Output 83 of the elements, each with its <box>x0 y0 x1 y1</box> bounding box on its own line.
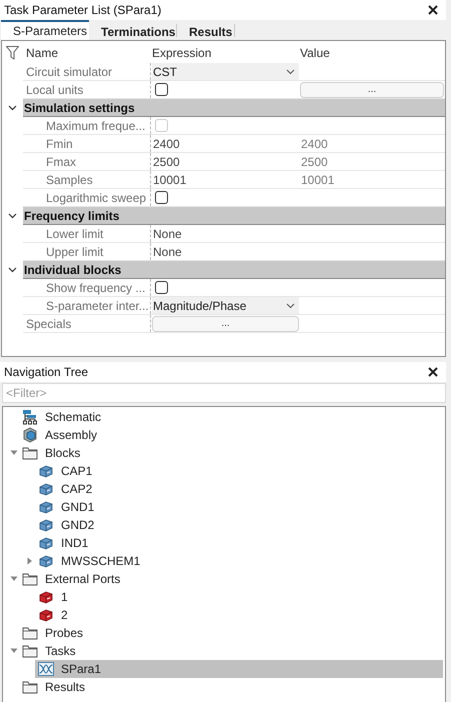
property-name: Samples <box>46 172 93 186</box>
tree-item[interactable]: Blocks <box>19 444 84 462</box>
tree-item[interactable]: Assembly <box>19 426 100 444</box>
filter-icon[interactable] <box>6 46 19 60</box>
tab[interactable]: Results <box>177 23 235 37</box>
ellipsis-button[interactable]: ... <box>300 82 444 98</box>
chevron-icon[interactable] <box>8 213 17 219</box>
checkbox[interactable] <box>155 191 168 204</box>
folder-icon <box>22 625 38 641</box>
cube-icon <box>22 427 38 443</box>
chevron-icon[interactable] <box>286 68 295 74</box>
dropdown[interactable]: CST <box>152 63 299 80</box>
folder-icon <box>22 643 38 659</box>
expression-text: 2500 <box>152 154 180 168</box>
column-header: Value <box>300 46 330 60</box>
tree-item[interactable]: Tasks <box>19 642 79 660</box>
expression-text: None <box>152 244 182 258</box>
tree-item[interactable]: CAP1 <box>35 462 96 480</box>
tree-item[interactable]: 2 <box>35 606 71 624</box>
block-icon <box>38 517 54 533</box>
column-header: Expression <box>152 46 212 60</box>
value-text: 2500 <box>300 154 328 168</box>
panel-title: Task Parameter List (SPara1) <box>4 3 162 17</box>
property-name: Local units <box>26 82 84 96</box>
chevron-icon[interactable] <box>8 105 17 111</box>
property-name: Logarithmic sweep <box>46 190 146 204</box>
tree-item[interactable]: IND1 <box>35 534 92 552</box>
chevron-icon[interactable] <box>286 302 295 308</box>
checkbox[interactable] <box>155 83 168 96</box>
chevron-icon[interactable] <box>8 267 17 273</box>
tree-item[interactable]: SPara1 <box>35 660 443 678</box>
panel-title: Navigation Tree <box>4 365 88 379</box>
tree-item[interactable]: 1 <box>35 588 71 606</box>
property-name: Circuit simulator <box>26 64 112 78</box>
port-icon <box>38 589 54 605</box>
port-icon <box>38 607 54 623</box>
expression-text: 10001 <box>152 172 186 186</box>
property-name: Upper limit <box>46 244 104 258</box>
folder-icon <box>22 571 38 587</box>
collapse-arrow-icon[interactable] <box>10 576 18 582</box>
block-icon <box>38 463 54 479</box>
property-name: Maximum freque... <box>46 118 146 132</box>
tree-item[interactable]: Probes <box>19 624 86 642</box>
expand-arrow-icon[interactable] <box>27 557 33 565</box>
close-icon[interactable] <box>428 5 438 15</box>
tree-item[interactable]: CAP2 <box>35 480 96 498</box>
block-icon <box>38 481 54 497</box>
group-header[interactable]: Frequency limits <box>23 207 445 225</box>
group-header[interactable]: Simulation settings <box>23 99 445 117</box>
block-icon <box>38 553 54 569</box>
tree-item[interactable]: GND2 <box>35 516 98 534</box>
block-icon <box>38 499 54 515</box>
property-name: Fmin <box>46 136 73 150</box>
ellipsis-button[interactable]: ... <box>152 316 299 332</box>
tree-item[interactable]: GND1 <box>35 498 98 516</box>
collapse-arrow-icon[interactable] <box>10 648 18 654</box>
property-name: S-parameter inter... <box>46 298 149 312</box>
property-name: Show frequency ... <box>46 280 146 294</box>
tab[interactable]: S-Parameters <box>1 20 89 40</box>
tab[interactable]: Terminations <box>89 23 177 37</box>
expression-text: None <box>152 226 182 240</box>
block-icon <box>38 535 54 551</box>
property-name: Lower limit <box>46 226 104 240</box>
tree-item[interactable]: External Ports <box>19 570 124 588</box>
expression-text: 2400 <box>152 136 180 150</box>
tree-item[interactable]: Schematic <box>19 408 104 426</box>
waveform-icon <box>38 661 54 677</box>
hierarchy-icon <box>22 409 38 425</box>
folder-icon <box>22 679 38 695</box>
checkbox[interactable] <box>155 281 168 294</box>
close-icon[interactable] <box>428 367 438 377</box>
value-text: 2400 <box>300 136 328 150</box>
collapse-arrow-icon[interactable] <box>10 450 18 456</box>
group-header[interactable]: Individual blocks <box>23 261 445 279</box>
property-name: Fmax <box>46 154 76 168</box>
dropdown[interactable]: Magnitude/Phase <box>152 297 299 314</box>
column-header: Name <box>26 46 58 60</box>
property-name: Specials <box>26 316 72 330</box>
tree-item[interactable]: Results <box>19 678 88 696</box>
folder-icon <box>22 445 38 461</box>
filter-field[interactable]: <Filter> <box>2 383 446 403</box>
value-text: 10001 <box>300 172 334 186</box>
tree-item[interactable]: MWSSCHEM1 <box>35 552 144 570</box>
